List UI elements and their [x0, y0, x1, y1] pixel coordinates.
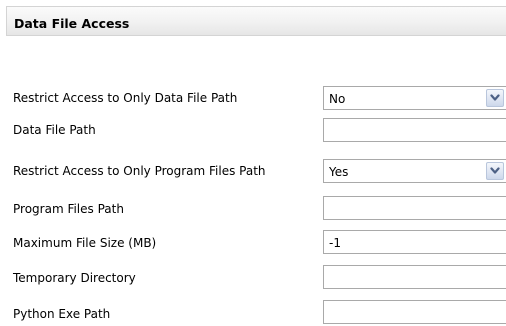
- python-exe-path-label: Python Exe Path: [13, 307, 111, 321]
- dropdown-button[interactable]: [486, 162, 504, 180]
- data-file-access-panel: Data File Access Restrict Access to Only…: [0, 0, 506, 326]
- program-files-path-label: Program Files Path: [13, 202, 124, 216]
- data-file-path-label: Data File Path: [13, 123, 96, 137]
- maximum-file-size-label: Maximum File Size (MB): [13, 236, 157, 250]
- restrict-data-file-path-select[interactable]: No: [323, 86, 506, 110]
- dropdown-button[interactable]: [486, 89, 504, 107]
- data-file-path-field[interactable]: [323, 118, 506, 142]
- chevron-down-icon: [490, 94, 500, 101]
- section-header: Data File Access: [6, 6, 506, 36]
- section-title: Data File Access: [14, 16, 130, 31]
- temporary-directory-field[interactable]: [323, 265, 506, 289]
- maximum-file-size-value: -1: [329, 236, 341, 250]
- restrict-data-file-path-value: No: [329, 92, 346, 106]
- temporary-directory-label: Temporary Directory: [13, 271, 136, 285]
- restrict-program-files-path-select[interactable]: Yes: [323, 159, 506, 183]
- python-exe-path-field[interactable]: [323, 300, 506, 324]
- maximum-file-size-field[interactable]: -1: [323, 230, 506, 254]
- restrict-data-file-path-label: Restrict Access to Only Data File Path: [13, 91, 238, 105]
- restrict-program-files-path-value: Yes: [329, 165, 349, 179]
- program-files-path-field[interactable]: [323, 196, 506, 220]
- restrict-program-files-path-label: Restrict Access to Only Program Files Pa…: [13, 164, 266, 178]
- chevron-down-icon: [490, 167, 500, 174]
